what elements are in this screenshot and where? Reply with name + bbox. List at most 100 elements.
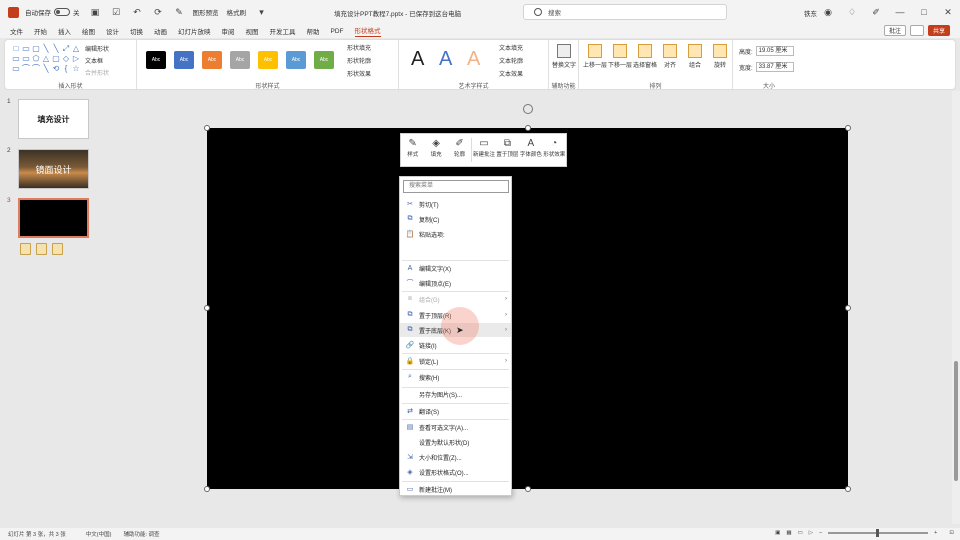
fit-slide-icon[interactable]: ⊡ (949, 530, 954, 536)
context-menu-item[interactable]: ⌒ 编辑顶点(E) (400, 276, 511, 290)
shape-option[interactable]: △ (71, 44, 81, 54)
tab-review[interactable]: 审阅 (222, 26, 235, 36)
paste-picture-icon[interactable] (36, 243, 47, 255)
close-icon[interactable]: ✕ (936, 7, 960, 18)
text-outline-button[interactable]: 文本轮廓 (499, 56, 523, 65)
context-menu-item[interactable]: ◈ 设置形状格式(O)... (400, 465, 511, 479)
language-status[interactable]: 中文(中国) (86, 530, 112, 538)
shape-option[interactable]: □ (11, 44, 21, 54)
redo-icon[interactable]: ⟳ (153, 7, 164, 18)
tab-developer[interactable]: 开发工具 (270, 26, 296, 36)
shape-outline-button[interactable]: 形状轮廓 (347, 56, 371, 65)
zoom-slider[interactable] (828, 529, 929, 537)
resize-handle[interactable] (204, 125, 210, 131)
mini-toolbar-button[interactable]: ▭ 新建批注 (472, 134, 495, 166)
mini-toolbar-button[interactable]: ◈ 填充 (424, 134, 447, 166)
shape-option[interactable]: ▷ (71, 54, 81, 64)
undo-icon[interactable]: ↶ (132, 7, 143, 18)
context-menu-item[interactable]: ▭ 新建批注(M) (400, 482, 511, 496)
mini-toolbar-button[interactable]: A 字体颜色 (519, 134, 542, 166)
lightbulb-icon[interactable]: ♢ (840, 7, 864, 18)
shape-option[interactable]: ⌒ (21, 64, 31, 74)
resize-handle[interactable] (845, 486, 851, 492)
tab-help[interactable]: 帮助 (307, 26, 320, 36)
shape-option[interactable]: ⬠ (31, 54, 41, 64)
merge-shapes-button[interactable]: 合并形状 (85, 68, 109, 77)
edit-shape-button[interactable]: 编辑形状 (85, 44, 109, 53)
resize-handle[interactable] (525, 125, 531, 131)
slide-thumbnail-3[interactable] (18, 198, 89, 238)
arrange-button[interactable]: 下移一层 (608, 44, 632, 76)
view-slideshow-icon[interactable]: ▷ (809, 530, 813, 536)
zoom-out-icon[interactable]: − (819, 530, 822, 536)
width-input[interactable]: 33.87 厘米 (755, 62, 794, 72)
context-menu-item[interactable]: ⧉ 复制(C) (400, 212, 511, 226)
shape-style-swatch[interactable]: Abc (286, 51, 306, 69)
shape-option[interactable]: ╲ (41, 44, 51, 54)
shape-option[interactable]: ▢ (51, 54, 61, 64)
height-input[interactable]: 19.05 厘米 (755, 46, 794, 56)
black-rectangle-shape[interactable] (207, 128, 848, 489)
shape-option[interactable]: ▭ (11, 64, 21, 74)
context-menu-item[interactable]: ▤ 查看可选文字(A)... (400, 420, 511, 434)
shape-option[interactable]: ╲ (51, 44, 61, 54)
menu-search-input[interactable]: 搜索菜单 (403, 180, 509, 193)
vertical-scrollbar[interactable] (952, 91, 960, 524)
tab-pdf[interactable]: PDF (331, 28, 344, 35)
shape-option[interactable]: ⟲ (51, 64, 61, 74)
arrange-button[interactable]: 选择窗格 (633, 44, 657, 76)
shape-option[interactable]: ◇ (61, 54, 71, 64)
comment-button[interactable]: 批注 (883, 25, 906, 36)
shape-fill-button[interactable]: 形状填充 (347, 43, 371, 52)
shape-style-swatch[interactable]: Abc (258, 51, 278, 69)
avatar[interactable]: ◉ (816, 7, 840, 18)
text-fill-button[interactable]: 文本填充 (499, 43, 523, 52)
alt-text-button[interactable]: 替换文字 (552, 44, 576, 76)
resize-handle[interactable] (525, 486, 531, 492)
paste-keep-source-icon[interactable] (20, 243, 31, 255)
context-menu-item[interactable]: 🔒 锁定(L) › (400, 354, 511, 368)
slide-thumbnail-1[interactable]: 填充设计 (18, 99, 89, 139)
shape-option[interactable]: △ (41, 54, 51, 64)
save-icon[interactable]: ▣ (90, 7, 101, 18)
tab-design[interactable]: 设计 (106, 26, 119, 36)
context-menu-item[interactable]: ⌕ 搜索(H) (400, 370, 511, 384)
scrollbar-thumb[interactable] (954, 361, 958, 481)
shape-style-swatch[interactable]: Abc (230, 51, 250, 69)
tab-file[interactable]: 文件 (10, 26, 23, 36)
context-menu-item[interactable]: ⇲ 大小和位置(Z)... (400, 450, 511, 464)
arrange-button[interactable]: 上移一层 (583, 44, 607, 76)
maximize-icon[interactable]: □ (912, 7, 936, 17)
tab-draw[interactable]: 绘图 (82, 26, 95, 36)
shape-option[interactable]: ╲ (41, 64, 51, 74)
shape-effects-button[interactable]: 形状效果 (347, 69, 371, 78)
shape-style-swatch[interactable]: Abc (314, 51, 334, 69)
accessibility-status[interactable]: 辅助功能: 调查 (123, 530, 159, 538)
tab-home[interactable]: 开始 (34, 26, 47, 36)
context-menu-item[interactable]: A 编辑文字(X) (400, 261, 511, 275)
context-menu-item[interactable]: ✂ 剪切(T) (400, 197, 511, 211)
quick-tools[interactable]: 图形预览 (193, 7, 219, 17)
slide-thumbnail-2[interactable]: 镜面设计 (18, 149, 89, 189)
tab-insert[interactable]: 插入 (58, 26, 71, 36)
shape-option[interactable]: ⤢ (61, 44, 71, 54)
tab-slideshow[interactable]: 幻灯片放映 (178, 26, 211, 36)
shape-option[interactable]: ▭ (21, 54, 31, 64)
view-sorter-icon[interactable]: ▦ (786, 530, 791, 536)
zoom-in-icon[interactable]: + (934, 530, 937, 536)
text-effects-button[interactable]: 文本效果 (499, 69, 523, 78)
paste-text-only-icon[interactable] (52, 243, 63, 255)
shape-style-swatch[interactable]: Abc (174, 51, 194, 69)
format-painter[interactable]: 格式刷 (227, 7, 247, 17)
arrange-button[interactable]: 组合 (683, 44, 707, 76)
record-button[interactable] (909, 25, 924, 36)
pen-icon[interactable]: ✎ (174, 7, 185, 18)
autosave-toggle[interactable] (54, 8, 70, 16)
share-button[interactable]: 共享 (927, 25, 950, 36)
arrange-button[interactable]: 对齐 (658, 44, 682, 76)
tab-view[interactable]: 视图 (246, 26, 259, 36)
view-reading-icon[interactable]: ▭ (798, 530, 803, 536)
context-menu-item[interactable]: 📋 粘贴选项: (400, 227, 511, 241)
wordart-sample[interactable]: A (467, 48, 480, 71)
tab-animations[interactable]: 动画 (154, 26, 167, 36)
